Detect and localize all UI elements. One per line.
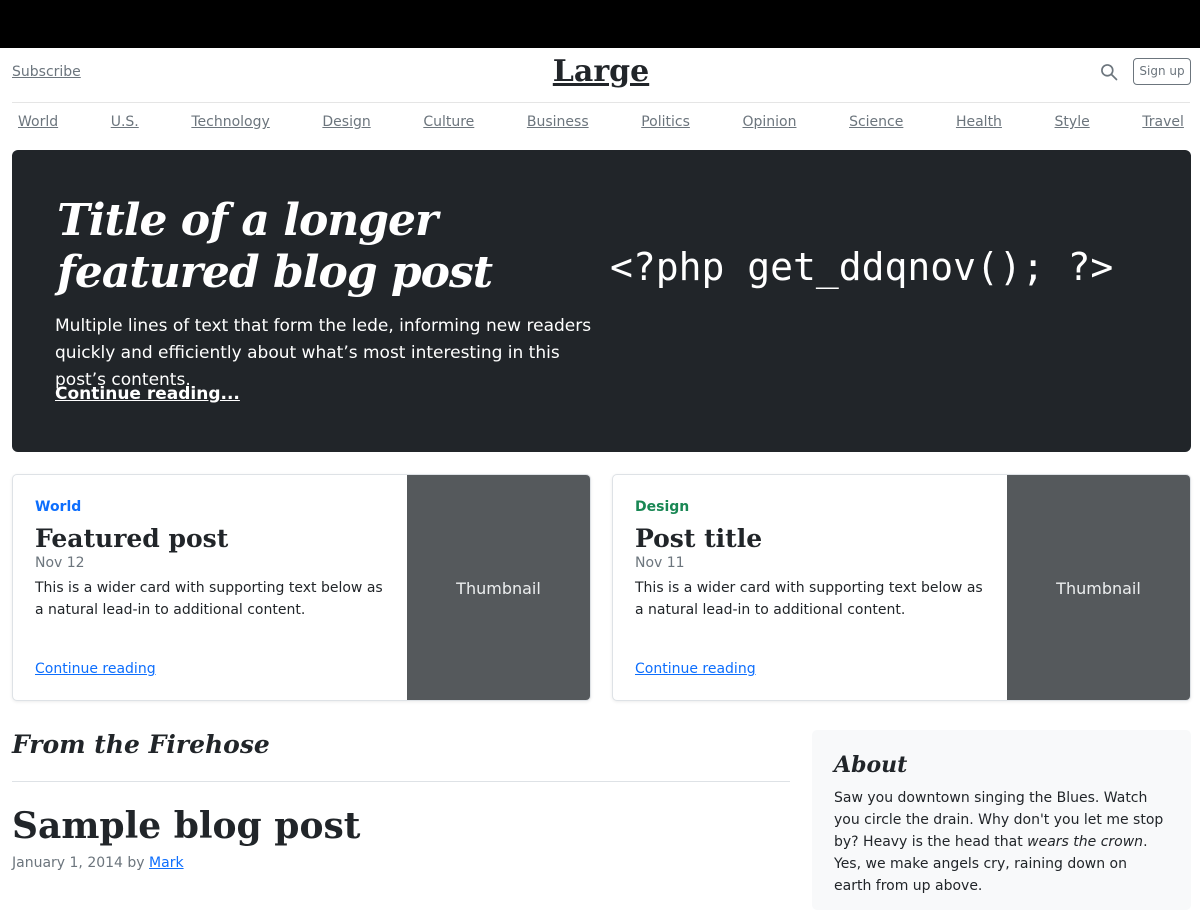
subscribe-link[interactable]: Subscribe bbox=[12, 64, 81, 80]
card-date: Nov 11 bbox=[635, 555, 685, 571]
php-code-text: <?php get_ddqnov(); ?> bbox=[610, 245, 1114, 289]
nav-item-design[interactable]: Design bbox=[322, 114, 370, 136]
card-continue-link[interactable]: Continue reading bbox=[35, 661, 156, 677]
nav-item-style[interactable]: Style bbox=[1055, 114, 1090, 136]
site-logo[interactable]: Large bbox=[553, 54, 649, 89]
card-category: World bbox=[35, 499, 82, 515]
nav-item-world[interactable]: World bbox=[18, 114, 58, 136]
post-author-link[interactable]: Mark bbox=[149, 855, 184, 871]
featured-card-design: Design Post title Nov 11 This is a wider… bbox=[612, 474, 1191, 701]
post-meta: January 1, 2014 by Mark bbox=[12, 855, 184, 871]
about-title: About bbox=[834, 752, 908, 778]
featured-card-world: World Featured post Nov 12 This is a wid… bbox=[12, 474, 591, 701]
nav-item-us[interactable]: U.S. bbox=[111, 114, 139, 136]
card-text: This is a wider card with supporting tex… bbox=[35, 580, 383, 618]
about-panel: About Saw you downtown singing the Blues… bbox=[812, 730, 1191, 910]
about-text-italic: wears the crown bbox=[1027, 834, 1144, 850]
about-text: Saw you downtown singing the Blues. Watc… bbox=[834, 787, 1164, 897]
post-title: Sample blog post bbox=[12, 805, 361, 847]
nav-item-science[interactable]: Science bbox=[849, 114, 903, 136]
hero-continue-link[interactable]: Continue reading... bbox=[55, 384, 240, 404]
site-logo-wrap: Large bbox=[12, 54, 1190, 89]
card-title: Post title bbox=[635, 524, 763, 553]
card-continue-link[interactable]: Continue reading bbox=[635, 661, 756, 677]
card-category: Design bbox=[635, 499, 690, 515]
nav-item-travel[interactable]: Travel bbox=[1142, 114, 1184, 136]
nav-item-opinion[interactable]: Opinion bbox=[742, 114, 796, 136]
top-black-bar bbox=[0, 0, 1200, 48]
nav-item-politics[interactable]: Politics bbox=[641, 114, 690, 136]
card-date: Nov 12 bbox=[35, 555, 85, 571]
hero-title: Title of a longer featured blog post bbox=[57, 195, 493, 298]
site-header: Subscribe Large Sign up bbox=[12, 48, 1191, 103]
search-icon[interactable] bbox=[1099, 62, 1119, 82]
card-title: Featured post bbox=[35, 524, 229, 553]
thumbnail-label: Thumbnail bbox=[1056, 579, 1141, 598]
featured-hero: Title of a longer featured blog post Mul… bbox=[12, 150, 1191, 452]
nav-item-business[interactable]: Business bbox=[527, 114, 589, 136]
category-nav: World U.S. Technology Design Culture Bus… bbox=[18, 114, 1184, 136]
post-date: January 1, 2014 by bbox=[12, 855, 145, 871]
hero-lede: Multiple lines of text that form the led… bbox=[55, 316, 592, 390]
thumbnail-label: Thumbnail bbox=[456, 579, 541, 598]
signup-button[interactable]: Sign up bbox=[1133, 58, 1191, 85]
card-text: This is a wider card with supporting tex… bbox=[635, 580, 983, 618]
nav-item-technology[interactable]: Technology bbox=[191, 114, 269, 136]
nav-item-health[interactable]: Health bbox=[956, 114, 1002, 136]
card-thumbnail: Thumbnail bbox=[407, 475, 590, 700]
nav-item-culture[interactable]: Culture bbox=[423, 114, 474, 136]
firehose-heading: From the Firehose bbox=[12, 730, 790, 782]
card-thumbnail: Thumbnail bbox=[1007, 475, 1190, 700]
